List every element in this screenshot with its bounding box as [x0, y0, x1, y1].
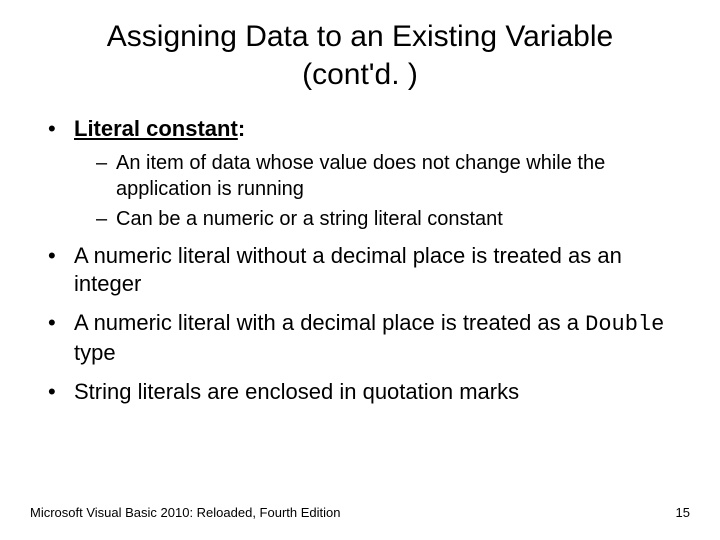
literal-constant-colon: :	[238, 116, 245, 141]
slide: Assigning Data to an Existing Variable (…	[0, 0, 720, 540]
bullet-double: A numeric literal with a decimal place i…	[48, 309, 690, 368]
double-pre: A numeric literal with a decimal place i…	[74, 310, 585, 335]
bullet-literal-constant: Literal constant: An item of data whose …	[48, 115, 690, 232]
bullet-list: Literal constant: An item of data whose …	[48, 115, 690, 407]
page-number: 15	[676, 505, 690, 520]
double-post: type	[74, 340, 116, 365]
title-line-2: (cont'd. )	[302, 58, 418, 91]
sub-list: An item of data whose value does not cha…	[96, 150, 690, 232]
sub-bullet-types: Can be a numeric or a string literal con…	[96, 206, 690, 232]
bullet-string: String literals are enclosed in quotatio…	[48, 378, 690, 407]
footer: Microsoft Visual Basic 2010: Reloaded, F…	[30, 505, 690, 520]
sub-bullet-definition: An item of data whose value does not cha…	[96, 150, 690, 202]
double-code: Double	[585, 312, 664, 337]
title-line-1: Assigning Data to an Existing Variable	[107, 20, 613, 53]
slide-title: Assigning Data to an Existing Variable (…	[30, 18, 690, 93]
bullet-integer: A numeric literal without a decimal plac…	[48, 242, 690, 299]
footer-text: Microsoft Visual Basic 2010: Reloaded, F…	[30, 505, 340, 520]
literal-constant-label: Literal constant	[74, 116, 238, 141]
